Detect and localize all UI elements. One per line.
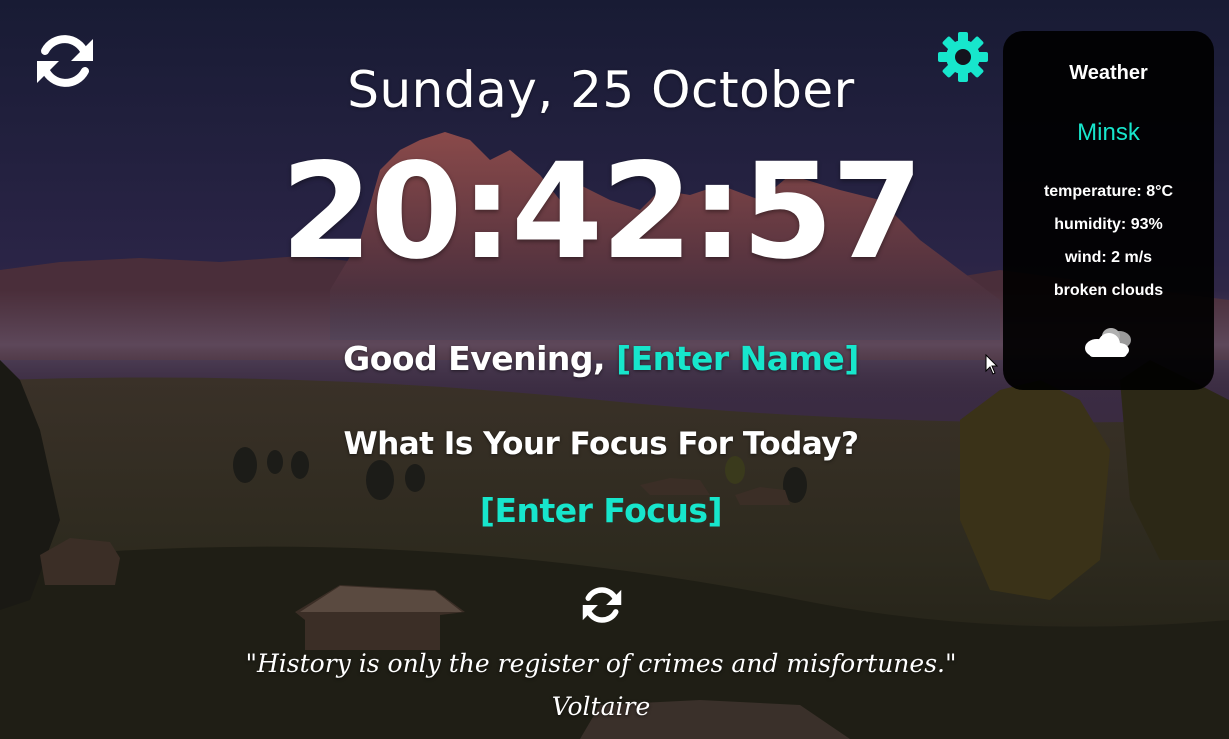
- name-input[interactable]: [Enter Name]: [616, 339, 859, 378]
- broken-clouds-icon: [1081, 326, 1137, 360]
- greeting-text: Good Evening,: [343, 339, 617, 378]
- refresh-icon: [582, 587, 622, 623]
- momentum-dashboard: Sunday, 25 October 20:42:57 Good Evening…: [0, 0, 1229, 739]
- focus-question: What Is Your Focus For Today?: [343, 426, 860, 462]
- weather-description: broken clouds: [1053, 282, 1164, 299]
- weather-wind: wind: 2 m/s: [1064, 249, 1153, 266]
- weather-humidity: humidity: 93%: [1054, 216, 1163, 233]
- quote-author: Voltaire: [551, 692, 651, 721]
- focus-input[interactable]: [Enter Focus]: [480, 491, 723, 530]
- focus-input-wrapper: [Enter Focus]: [0, 488, 1202, 534]
- mouse-cursor-icon: [985, 353, 999, 376]
- weather-temperature: temperature: 8°C: [1043, 183, 1174, 200]
- refresh-quote-button[interactable]: [580, 583, 624, 627]
- weather-title: Weather: [1069, 62, 1148, 84]
- weather-city[interactable]: Minsk: [1003, 118, 1214, 148]
- weather-widget: Weather Minsk temperature: 8°C humidity:…: [1003, 31, 1214, 390]
- quote-text: "History is only the register of crimes …: [245, 649, 957, 678]
